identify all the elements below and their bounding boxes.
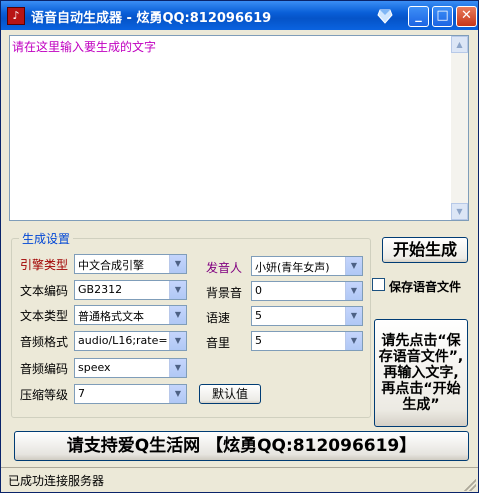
chevron-down-icon[interactable]: ▼ [345, 307, 362, 325]
engine-select[interactable]: 中文合成引擎 ▼ [74, 254, 187, 274]
gem-icon[interactable] [377, 6, 393, 24]
start-generate-button[interactable]: 开始生成 [382, 237, 468, 263]
vertical-scrollbar[interactable]: ▲ ▼ [451, 36, 468, 220]
speaker-value: 小妍(青年女声) [255, 261, 330, 274]
volume-label: 音里 [206, 336, 231, 350]
text-input-area[interactable]: 请在这里输入要生成的文字 ▲ ▼ [9, 35, 469, 221]
chevron-down-icon[interactable]: ▼ [169, 332, 186, 350]
minimize-button[interactable]: _ [408, 6, 429, 27]
chevron-down-icon[interactable]: ▼ [169, 255, 186, 273]
speed-value: 5 [255, 309, 262, 322]
chevron-down-icon[interactable]: ▼ [169, 281, 186, 299]
instruction-button[interactable]: 请先点击“保存语音文件”,再输入文字,再点击“开始生成” [374, 319, 468, 427]
default-values-button[interactable]: 默认值 [199, 384, 261, 404]
volume-select[interactable]: 5 ▼ [251, 331, 363, 351]
speed-select[interactable]: 5 ▼ [251, 306, 363, 326]
text-type-value: 普通格式文本 [78, 310, 144, 323]
close-icon: ✕ [461, 8, 472, 23]
audio-codec-select[interactable]: speex ▼ [74, 358, 187, 378]
text-encoding-select[interactable]: GB2312 ▼ [74, 280, 187, 300]
bg-sound-select[interactable]: 0 ▼ [251, 281, 363, 301]
maximize-icon: □ [436, 8, 449, 23]
engine-value: 中文合成引擎 [78, 259, 144, 272]
bg-sound-value: 0 [255, 284, 262, 297]
compression-select[interactable]: 7 ▼ [74, 384, 187, 404]
scroll-down-icon[interactable]: ▼ [451, 203, 468, 220]
text-encoding-label: 文本编码 [20, 284, 69, 298]
audio-format-value: audio/L16;rate= [78, 334, 168, 347]
audio-format-select[interactable]: audio/L16;rate= ▼ [74, 331, 187, 351]
speed-label: 语速 [206, 311, 231, 325]
speaker-select[interactable]: 小妍(青年女声) ▼ [251, 256, 363, 276]
save-audio-label[interactable]: 保存语音文件 [389, 278, 461, 295]
chevron-down-icon[interactable]: ▼ [169, 306, 186, 324]
speaker-label: 发音人 [206, 261, 243, 275]
maximize-button[interactable]: □ [432, 6, 453, 27]
app-music-icon: ♪ [7, 7, 25, 25]
text-input-value: 请在这里输入要生成的文字 [12, 40, 157, 54]
settings-group-title: 生成设置 [19, 230, 74, 247]
window-title: 语音自动生成器 - 炫勇QQ:812096619 [31, 11, 272, 26]
compression-value: 7 [78, 387, 85, 400]
minimize-icon: _ [415, 8, 422, 23]
bg-sound-label: 背景音 [206, 286, 243, 300]
promo-banner-button[interactable]: 请支持爱Q生活网 【炫勇QQ:812096619】 [14, 431, 469, 461]
status-text: 已成功连接服务器 [8, 474, 105, 488]
text-type-select[interactable]: 普通格式文本 ▼ [74, 305, 187, 325]
text-encoding-value: GB2312 [78, 283, 123, 296]
text-type-label: 文本类型 [20, 309, 69, 323]
instruction-text: 请先点击“保存语音文件”,再输入文字,再点击“开始生成” [378, 333, 464, 413]
audio-codec-label: 音频编码 [20, 362, 69, 376]
chevron-down-icon[interactable]: ▼ [169, 359, 186, 377]
chevron-down-icon[interactable]: ▼ [345, 257, 362, 275]
status-bar: 已成功连接服务器 [1, 467, 478, 493]
engine-label: 引擎类型 [20, 258, 69, 272]
audio-codec-value: speex [78, 361, 111, 374]
close-button[interactable]: ✕ [456, 6, 477, 27]
volume-value: 5 [255, 334, 262, 347]
app-window: ♪ 语音自动生成器 - 炫勇QQ:812096619 _ □ ✕ 请在这里输入要… [0, 0, 479, 493]
title-bar[interactable]: ♪ 语音自动生成器 - 炫勇QQ:812096619 _ □ ✕ [1, 1, 478, 30]
compression-label: 压缩等级 [20, 388, 69, 402]
resize-grip-icon[interactable] [464, 479, 476, 491]
save-audio-checkbox[interactable] [372, 278, 385, 291]
chevron-down-icon[interactable]: ▼ [345, 282, 362, 300]
chevron-down-icon[interactable]: ▼ [345, 332, 362, 350]
scroll-up-icon[interactable]: ▲ [451, 36, 468, 53]
chevron-down-icon[interactable]: ▼ [169, 385, 186, 403]
audio-format-label: 音频格式 [20, 335, 69, 349]
